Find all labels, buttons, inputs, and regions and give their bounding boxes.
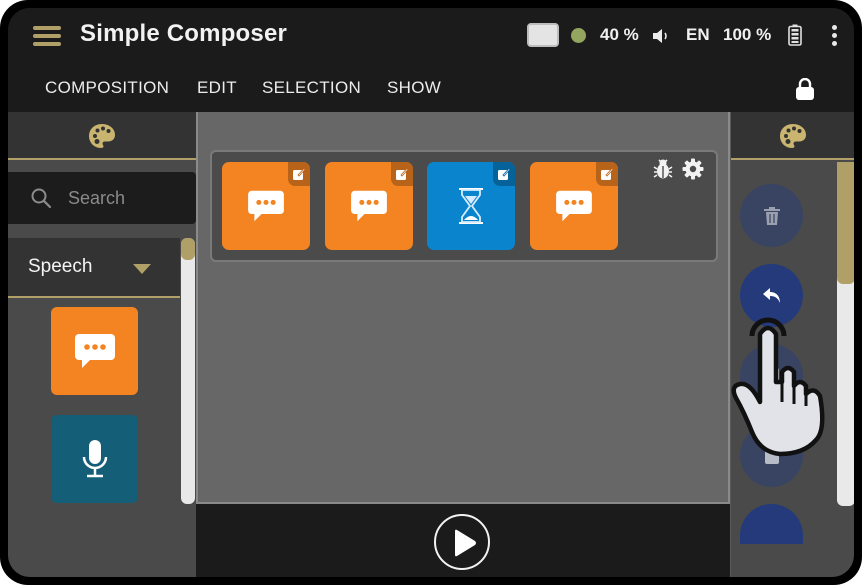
speech-bubble-icon — [351, 190, 387, 222]
app-bar: Simple Composer 40 % EN 100 % — [8, 8, 854, 64]
lock-icon[interactable] — [795, 78, 815, 100]
palette-block-speech[interactable] — [51, 307, 138, 395]
microphone-icon — [82, 440, 107, 478]
search-icon — [31, 188, 52, 209]
palette-tab-right[interactable] — [731, 112, 854, 160]
menu-selection[interactable]: SELECTION — [262, 78, 361, 98]
playback-bar — [196, 504, 730, 577]
speech-bubble-icon — [556, 190, 592, 222]
composition-canvas[interactable] — [196, 112, 730, 504]
menu-edit[interactable]: EDIT — [197, 78, 237, 98]
edit-icon — [396, 167, 409, 180]
gear-icon[interactable] — [682, 158, 704, 180]
bug-icon[interactable] — [652, 158, 674, 180]
scrollbar-thumb[interactable] — [181, 238, 195, 260]
sequence-block-wait[interactable] — [427, 162, 515, 250]
delete-button[interactable] — [740, 184, 803, 247]
edit-icon — [601, 167, 614, 180]
search-input[interactable] — [68, 184, 188, 212]
search-box — [8, 172, 196, 224]
app-title: Simple Composer — [80, 20, 288, 47]
sequence-block-speech[interactable] — [530, 162, 618, 250]
palette-icon — [780, 124, 806, 148]
menu-show[interactable]: SHOW — [387, 78, 441, 98]
screen-icon[interactable] — [527, 23, 559, 47]
language-indicator[interactable]: EN — [686, 25, 710, 45]
sequence-block-speech[interactable] — [222, 162, 310, 250]
edit-block-button[interactable] — [493, 162, 515, 186]
device-frame: Simple Composer 40 % EN 100 % COMPOSITIO… — [0, 0, 862, 585]
palette-tab[interactable] — [8, 112, 196, 160]
scrollbar-thumb[interactable] — [837, 162, 854, 284]
menu-composition[interactable]: COMPOSITION — [45, 78, 169, 98]
edit-icon — [498, 167, 511, 180]
speech-bubble-icon — [248, 190, 284, 222]
category-selected-label: Speech — [28, 256, 93, 277]
edit-icon — [293, 167, 306, 180]
sequence-block-speech[interactable] — [325, 162, 413, 250]
menu-bar: COMPOSITION EDIT SELECTION SHOW — [8, 64, 854, 112]
palette-scrollbar[interactable] — [181, 238, 195, 504]
speaker-icon[interactable] — [652, 27, 674, 45]
palette-block-listen[interactable] — [51, 415, 138, 503]
speech-bubble-icon — [74, 334, 115, 368]
more-action-button[interactable] — [740, 504, 803, 544]
connection-status-dot — [571, 28, 586, 43]
dropdown-arrow-icon — [133, 264, 151, 274]
palette-icon — [89, 124, 115, 148]
copy-button[interactable] — [740, 344, 803, 407]
hamburger-menu-icon[interactable] — [33, 26, 61, 46]
block-palette-panel: Speech — [8, 112, 196, 577]
edit-block-button[interactable] — [596, 162, 618, 186]
edit-block-button[interactable] — [391, 162, 413, 186]
sequence-container[interactable] — [210, 150, 718, 262]
play-button[interactable] — [434, 514, 490, 570]
hourglass-icon — [459, 188, 483, 224]
edit-block-button[interactable] — [288, 162, 310, 186]
paste-icon — [764, 447, 779, 464]
sequence-tools — [652, 156, 710, 182]
volume-level: 40 % — [600, 25, 639, 44]
battery-full-icon — [788, 24, 802, 46]
copy-icon — [764, 367, 779, 384]
trash-icon — [763, 206, 780, 225]
undo-button[interactable] — [740, 264, 803, 327]
actions-panel — [730, 112, 854, 577]
actions-scrollbar[interactable] — [837, 162, 854, 506]
paste-button[interactable] — [740, 424, 803, 487]
app-screen: Simple Composer 40 % EN 100 % COMPOSITIO… — [8, 8, 854, 577]
battery-level: 100 % — [723, 25, 772, 44]
category-dropdown[interactable]: Speech — [8, 238, 180, 298]
more-vert-icon[interactable] — [831, 25, 839, 47]
play-icon — [455, 529, 476, 557]
undo-icon — [762, 287, 780, 303]
